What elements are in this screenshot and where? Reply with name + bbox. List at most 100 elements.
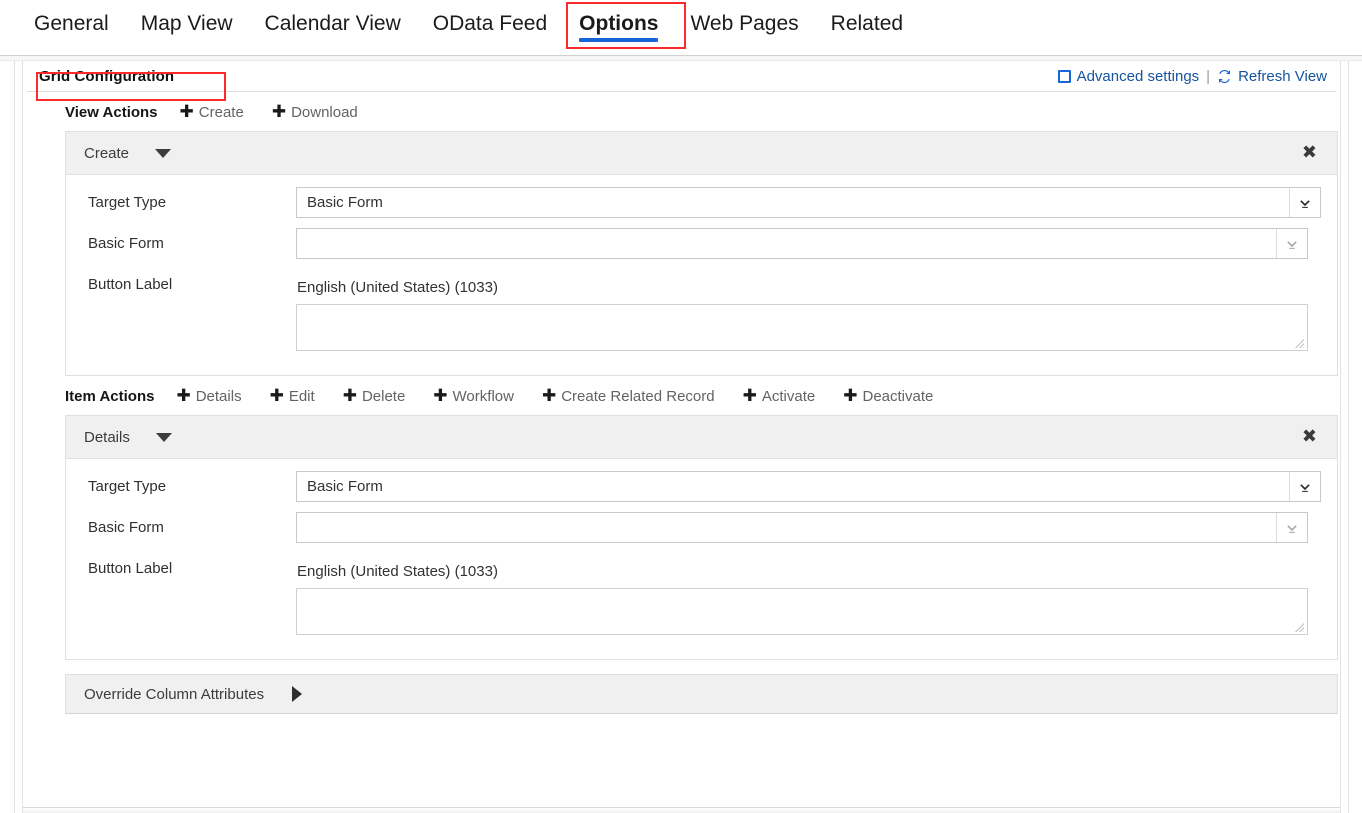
field-control: English (United States) (1033) — [296, 269, 1308, 351]
override-column-attributes-section[interactable]: Override Column Attributes — [65, 674, 1338, 714]
field-control — [296, 228, 1308, 259]
tab-label: General — [34, 12, 109, 35]
tab-general[interactable]: General — [18, 6, 125, 44]
tab-label: Options — [579, 12, 658, 35]
plus-icon: ✚ — [542, 388, 556, 405]
add-edit-action-button[interactable]: ✚ Edit — [270, 388, 315, 405]
item-actions-label: Item Actions — [65, 388, 154, 405]
chevron-right-icon[interactable] — [292, 686, 302, 702]
language-label: English (United States) (1033) — [297, 563, 1308, 580]
close-icon[interactable]: ✖ — [1296, 142, 1323, 164]
select-arrow-cell[interactable] — [1289, 188, 1320, 217]
view-actions-row: View Actions ✚ Create ✚ Download — [23, 92, 1340, 131]
refresh-view-link[interactable]: Refresh View — [1210, 68, 1334, 85]
field-label: Button Label — [88, 269, 296, 293]
details-button-label-row: Button Label English (United States) (10… — [88, 553, 1321, 635]
details-panel-header[interactable]: Details ✖ — [66, 416, 1337, 459]
create-basic-form-row: Basic Form — [88, 228, 1321, 259]
plus-icon: ✚ — [180, 104, 194, 121]
create-target-type-select[interactable]: Basic Form — [296, 187, 1321, 218]
advanced-settings-link[interactable]: Advanced settings — [1051, 68, 1207, 85]
select-arrow-cell[interactable] — [1276, 229, 1307, 258]
details-basic-form-select[interactable] — [296, 512, 1308, 543]
create-button-label-row: Button Label English (United States) (10… — [88, 269, 1321, 351]
create-panel-body: Target Type Basic Form — [66, 175, 1337, 375]
add-delete-action-button[interactable]: ✚ Delete — [343, 388, 406, 405]
create-basic-form-select[interactable] — [296, 228, 1308, 259]
square-icon — [1058, 70, 1071, 83]
selected-value: Basic Form — [307, 478, 383, 495]
plus-icon: ✚ — [343, 388, 357, 405]
view-actions-label: View Actions — [65, 104, 158, 121]
plus-icon: ✚ — [743, 388, 757, 405]
select-arrow-cell[interactable] — [1289, 472, 1320, 501]
button-label: Create — [199, 104, 244, 121]
button-label: Delete — [362, 388, 405, 405]
add-download-action-button[interactable]: ✚ Download — [272, 104, 358, 121]
tab-web-pages[interactable]: Web Pages — [674, 6, 814, 44]
field-label: Basic Form — [88, 228, 296, 252]
add-activate-action-button[interactable]: ✚ Activate — [743, 388, 816, 405]
section-header-links: Advanced settings | Refresh View — [1051, 68, 1334, 85]
details-panel-body: Target Type Basic Form — [66, 459, 1337, 659]
advanced-settings-label: Advanced settings — [1077, 68, 1200, 85]
tab-map-view[interactable]: Map View — [125, 6, 249, 44]
frame-border-left-outer — [14, 61, 15, 813]
add-workflow-action-button[interactable]: ✚ Workflow — [433, 388, 514, 405]
selected-value: Basic Form — [307, 194, 383, 211]
create-panel-header[interactable]: Create ✖ — [66, 132, 1337, 175]
field-control: Basic Form — [296, 187, 1321, 218]
chevron-down-icon — [1285, 521, 1299, 535]
section-header: Grid Configuration Advanced settings | R… — [23, 61, 1340, 91]
field-control — [296, 512, 1308, 543]
refresh-icon — [1217, 69, 1232, 84]
chevron-down-icon[interactable] — [156, 433, 172, 442]
add-details-action-button[interactable]: ✚ Details — [176, 388, 241, 405]
button-label: Workflow — [453, 388, 514, 405]
create-target-type-row: Target Type Basic Form — [88, 187, 1321, 218]
add-create-related-record-action-button[interactable]: ✚ Create Related Record — [542, 388, 715, 405]
plus-icon: ✚ — [843, 388, 857, 405]
field-control: English (United States) (1033) — [296, 553, 1308, 635]
field-label: Button Label — [88, 553, 296, 577]
details-target-type-row: Target Type Basic Form — [88, 471, 1321, 502]
item-actions-row: Item Actions ✚ Details ✚ Edit ✚ Delete ✚… — [23, 376, 1340, 415]
chevron-down-icon — [1298, 196, 1312, 210]
details-action-panel: Details ✖ Target Type Basic Form — [65, 415, 1338, 660]
active-tab-indicator — [579, 38, 658, 42]
button-label: Edit — [289, 388, 315, 405]
details-panel-title: Details — [84, 429, 130, 446]
tab-label: OData Feed — [433, 12, 547, 35]
close-icon[interactable]: ✖ — [1296, 426, 1323, 448]
field-control: Basic Form — [296, 471, 1321, 502]
chevron-down-icon — [1298, 480, 1312, 494]
plus-icon: ✚ — [176, 388, 190, 405]
create-action-panel: Create ✖ Target Type Basic Form — [65, 131, 1338, 376]
chevron-down-icon[interactable] — [155, 149, 171, 158]
chevron-down-icon — [1285, 237, 1299, 251]
tab-strip: General Map View Calendar View OData Fee… — [0, 0, 1362, 55]
refresh-view-label: Refresh View — [1238, 68, 1327, 85]
plus-icon: ✚ — [433, 388, 447, 405]
create-panel-title: Create — [84, 145, 129, 162]
add-deactivate-action-button[interactable]: ✚ Deactivate — [843, 388, 933, 405]
select-arrow-cell[interactable] — [1276, 513, 1307, 542]
resize-grip-icon[interactable] — [1293, 621, 1305, 633]
resize-grip-icon[interactable] — [1293, 337, 1305, 349]
details-target-type-select[interactable]: Basic Form — [296, 471, 1321, 502]
field-label: Basic Form — [88, 512, 296, 536]
add-create-action-button[interactable]: ✚ Create — [180, 104, 244, 121]
tab-calendar-view[interactable]: Calendar View — [249, 6, 417, 44]
language-label: English (United States) (1033) — [297, 279, 1308, 296]
button-label: Deactivate — [862, 388, 933, 405]
tab-options[interactable]: Options — [563, 6, 674, 44]
button-label: Activate — [762, 388, 815, 405]
tab-label: Calendar View — [265, 12, 401, 35]
grid-configuration-section: Grid Configuration Advanced settings | R… — [23, 61, 1340, 813]
page-bottom-edge — [23, 807, 1340, 813]
tab-related[interactable]: Related — [815, 6, 919, 44]
button-label: Details — [196, 388, 242, 405]
details-button-label-textarea[interactable] — [296, 588, 1308, 635]
tab-odata-feed[interactable]: OData Feed — [417, 6, 563, 44]
create-button-label-textarea[interactable] — [296, 304, 1308, 351]
